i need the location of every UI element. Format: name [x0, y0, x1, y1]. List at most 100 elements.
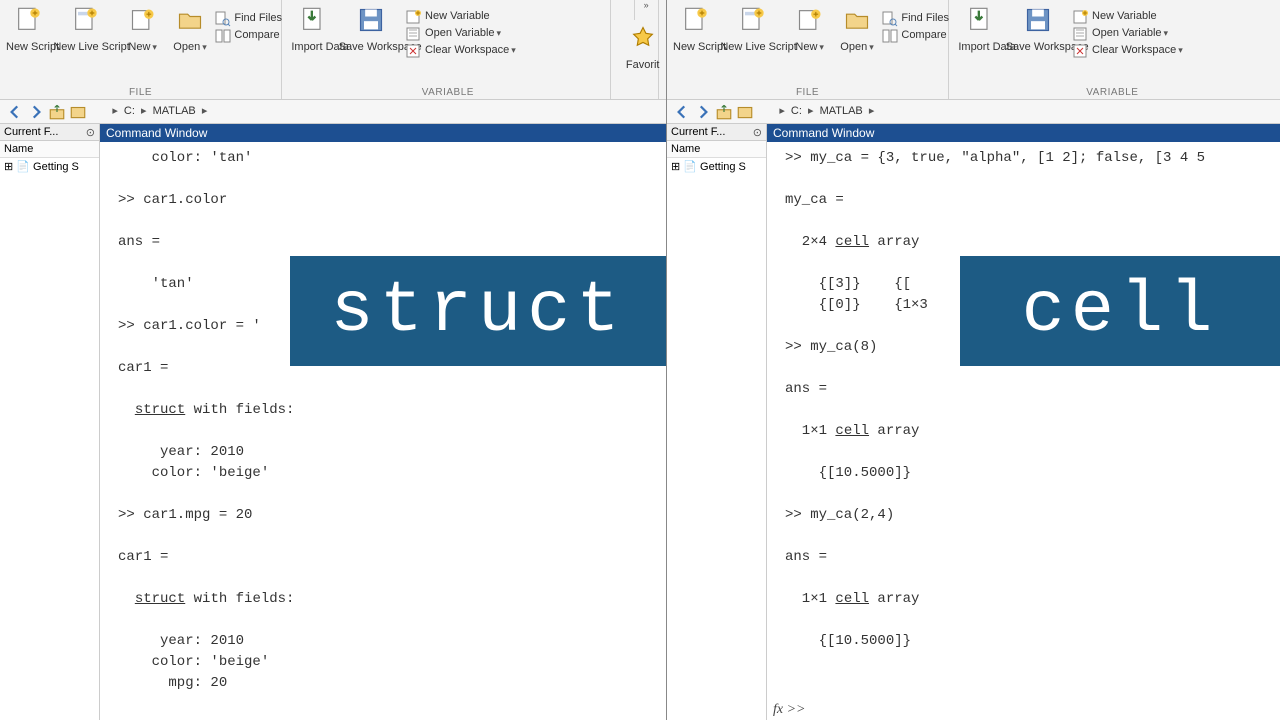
save-workspace-button[interactable]: Save Workspace	[1006, 4, 1070, 53]
new-live-script-button[interactable]: New Live Script	[720, 4, 784, 53]
variable-group: Import Data Save Workspace New Variable …	[285, 0, 611, 100]
new-variable-button[interactable]: New Variable	[406, 8, 516, 25]
folder-icon: ⊞ 📄	[4, 161, 33, 173]
ribbon-overflow-button[interactable]: »	[634, 0, 658, 20]
new-menu-button[interactable]: New	[121, 4, 165, 53]
variable-group-label: VARIABLE	[952, 87, 1272, 98]
command-window: Command Window >> my_ca = {3, true, "alp…	[767, 124, 1280, 720]
new-menu-icon	[129, 6, 157, 34]
new-script-button[interactable]: New Script	[6, 4, 50, 53]
nav-bar: ▸ C: ▸ MATLAB ▸	[0, 100, 666, 124]
new-menu-label: New	[788, 41, 832, 53]
nav-browse-button[interactable]	[736, 103, 754, 119]
list-item[interactable]: ⊞ 📄 Getting S	[0, 158, 99, 175]
import-data-icon	[299, 6, 327, 34]
ribbon: New Script New Live Script New Open Find…	[667, 0, 1280, 100]
open-variable-icon	[406, 26, 422, 42]
compare-icon	[882, 28, 898, 44]
clear-workspace-icon	[1073, 43, 1089, 59]
command-window-title: Command Window	[767, 124, 1280, 142]
new-script-icon	[681, 6, 709, 34]
nav-forward-button[interactable]	[694, 103, 712, 119]
new-script-label: New Script	[6, 41, 50, 53]
new-live-script-button[interactable]: New Live Script	[53, 4, 117, 53]
new-menu-icon	[796, 6, 824, 34]
open-variable-button[interactable]: Open Variable	[406, 25, 516, 42]
current-folder-panel: Current F...⊙ Name ⊞ 📄 Getting S	[0, 124, 100, 720]
new-variable-icon	[406, 9, 422, 25]
current-folder-column[interactable]: Name	[0, 141, 99, 158]
open-button[interactable]: Open	[168, 4, 212, 53]
file-group-label: FILE	[667, 87, 948, 98]
fx-prompt[interactable]: fx >>	[767, 700, 812, 720]
struct-overlay: struct	[290, 256, 666, 366]
panel-menu-button[interactable]: ⊙	[86, 126, 95, 139]
clear-workspace-button[interactable]: Clear Workspace	[1073, 42, 1183, 59]
nav-sep-icon: ▸	[112, 104, 118, 117]
open-label: Open	[168, 41, 212, 53]
find-files-icon	[215, 11, 231, 27]
new-live-script-icon	[738, 6, 766, 34]
favorites-group: » Favorit	[615, 0, 659, 100]
import-data-label: Import Data	[958, 41, 1002, 53]
open-button[interactable]: Open	[835, 4, 879, 53]
left-body: Current F...⊙ Name ⊞ 📄 Getting S Command…	[0, 124, 666, 720]
nav-up-button[interactable]	[715, 103, 733, 119]
variable-group-label: VARIABLE	[285, 87, 610, 98]
open-variable-button[interactable]: Open Variable	[1073, 25, 1183, 42]
nav-back-button[interactable]	[6, 103, 24, 119]
file-group: New Script New Live Script New Open Find…	[0, 0, 282, 100]
compare-icon	[215, 28, 231, 44]
panel-menu-button[interactable]: ⊙	[753, 126, 762, 139]
current-folder-panel: Current F...⊙ Name ⊞ 📄 Getting S	[667, 124, 767, 720]
favorites-label: Favorit	[621, 59, 665, 71]
current-folder-title: Current F...⊙	[0, 124, 99, 141]
nav-back-button[interactable]	[673, 103, 691, 119]
import-data-button[interactable]: Import Data	[291, 4, 335, 53]
favorites-icon	[629, 24, 657, 52]
new-variable-icon	[1073, 9, 1089, 25]
new-menu-label: New	[121, 41, 165, 53]
nav-drive[interactable]: C:	[124, 105, 135, 117]
file-group: New Script New Live Script New Open Find…	[667, 0, 949, 100]
command-window-body[interactable]: >> my_ca = {3, true, "alpha", [1 2]; fal…	[767, 142, 1280, 720]
favorites-button[interactable]: Favorit	[621, 22, 665, 71]
import-data-icon	[966, 6, 994, 34]
find-files-icon	[882, 11, 898, 27]
file-group-label: FILE	[0, 87, 281, 98]
new-live-script-label: New Live Script	[53, 41, 117, 53]
clear-workspace-button[interactable]: Clear Workspace	[406, 42, 516, 59]
cell-overlay: cell	[960, 256, 1280, 366]
nav-folder[interactable]: MATLAB	[820, 105, 863, 117]
import-data-label: Import Data	[291, 41, 335, 53]
variable-group: Import Data Save Workspace New Variable …	[952, 0, 1272, 100]
new-variable-button[interactable]: New Variable	[1073, 8, 1183, 25]
new-script-label: New Script	[673, 41, 717, 53]
new-live-script-icon	[71, 6, 99, 34]
nav-up-button[interactable]	[48, 103, 66, 119]
save-workspace-button[interactable]: Save Workspace	[339, 4, 403, 53]
find-files-button[interactable]: Find Files	[215, 10, 282, 27]
save-workspace-label: Save Workspace	[1006, 41, 1070, 53]
command-window-title: Command Window	[100, 124, 666, 142]
command-window-body[interactable]: color: 'tan' >> car1.color ans = 'tan' >…	[100, 142, 666, 720]
new-menu-button[interactable]: New	[788, 4, 832, 53]
open-icon	[176, 6, 204, 34]
compare-button[interactable]: Compare	[215, 27, 282, 44]
nav-browse-button[interactable]	[69, 103, 87, 119]
new-live-script-label: New Live Script	[720, 41, 784, 53]
nav-forward-button[interactable]	[27, 103, 45, 119]
current-folder-column[interactable]: Name	[667, 141, 766, 158]
open-label: Open	[835, 41, 879, 53]
new-script-button[interactable]: New Script	[673, 4, 717, 53]
find-files-button[interactable]: Find Files	[882, 10, 949, 27]
nav-drive[interactable]: C:	[791, 105, 802, 117]
compare-button[interactable]: Compare	[882, 27, 949, 44]
nav-folder[interactable]: MATLAB	[153, 105, 196, 117]
current-folder-title: Current F...⊙	[667, 124, 766, 141]
list-item[interactable]: ⊞ 📄 Getting S	[667, 158, 766, 175]
open-icon	[843, 6, 871, 34]
import-data-button[interactable]: Import Data	[958, 4, 1002, 53]
save-workspace-label: Save Workspace	[339, 41, 403, 53]
command-window: Command Window color: 'tan' >> car1.colo…	[100, 124, 666, 720]
